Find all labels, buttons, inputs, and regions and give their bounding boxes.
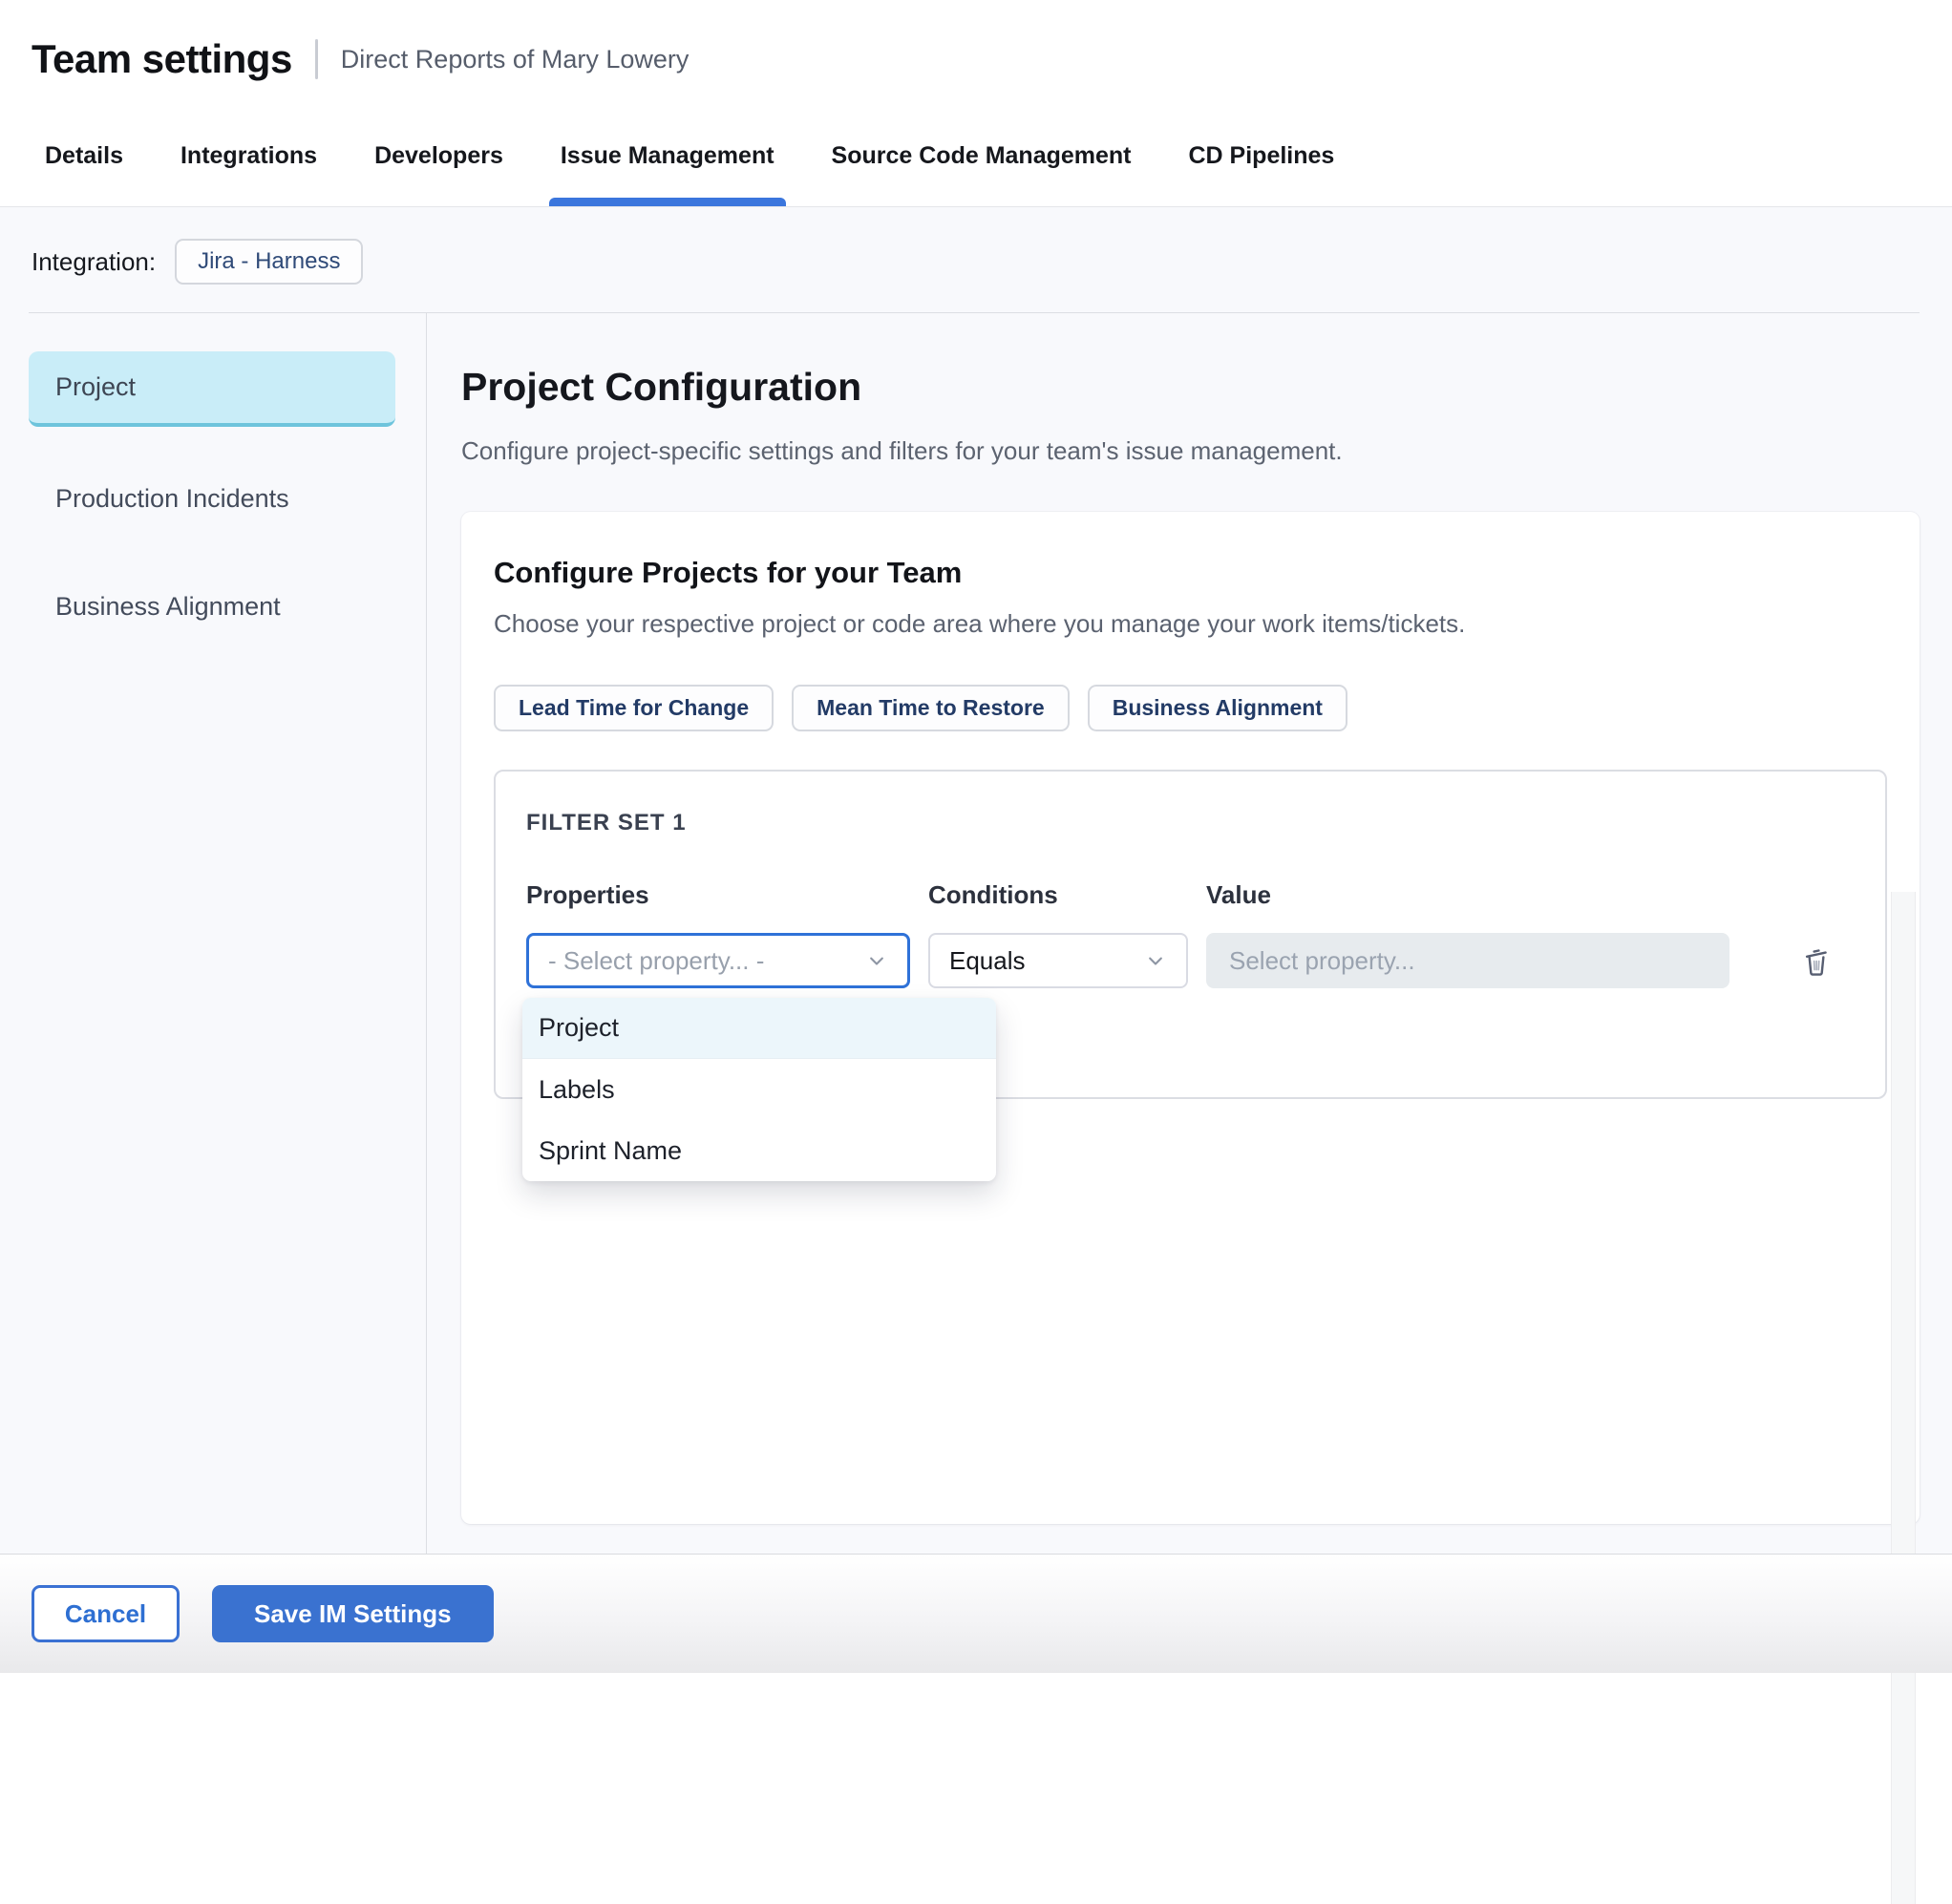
conditions-select-value: Equals [949,946,1026,976]
page-title: Team settings [32,36,292,82]
content-area: Integration: Jira - Harness Project Prod… [0,207,1952,1554]
chip-business-alignment[interactable]: Business Alignment [1088,685,1347,731]
properties-select[interactable]: - Select property... - [526,933,910,988]
conditions-column-label: Conditions [928,880,1188,910]
tab-source-code-management[interactable]: Source Code Management [830,142,1134,206]
properties-column-label: Properties [526,880,910,910]
filter-set-1: FILTER SET 1 Properties Conditions Value… [494,770,1887,1099]
sidebar-item-project[interactable]: Project [29,351,395,427]
conditions-select[interactable]: Equals [928,933,1188,988]
settings-sidebar: Project Production Incidents Business Al… [0,313,427,1555]
value-input[interactable] [1206,933,1729,988]
configure-projects-card: Configure Projects for your Team Choose … [461,512,1920,1524]
page-subtitle: Direct Reports of Mary Lowery [341,45,690,74]
delete-filter-button[interactable] [1793,936,1839,985]
tab-bar: Details Integrations Developers Issue Ma… [0,107,1952,207]
card-scrollbar-track[interactable] [1891,892,1916,1904]
dropdown-option-sprint-name[interactable]: Sprint Name [522,1120,996,1181]
section-title: Project Configuration [461,365,1920,410]
chip-lead-time-for-change[interactable]: Lead Time for Change [494,685,774,731]
tab-integrations[interactable]: Integrations [179,142,319,206]
properties-select-placeholder: - Select property... - [548,946,764,976]
section-subtitle: Configure project-specific settings and … [461,436,1920,466]
dropdown-option-project[interactable]: Project [522,998,996,1059]
active-tab-underline [549,198,786,206]
card-subtitle: Choose your respective project or code a… [494,609,1887,639]
metric-chip-row: Lead Time for Change Mean Time to Restor… [494,685,1887,731]
cancel-button[interactable]: Cancel [32,1585,180,1642]
tab-details[interactable]: Details [43,142,125,206]
integration-label: Integration: [32,247,156,277]
filter-controls-row: - Select property... - Project Labels Sp… [526,933,1855,988]
integration-chip[interactable]: Jira - Harness [175,239,363,285]
tab-cd-pipelines[interactable]: CD Pipelines [1187,142,1337,206]
card-title: Configure Projects for your Team [494,556,1887,590]
page-header: Team settings Direct Reports of Mary Low… [0,0,1952,107]
trash-icon [1799,941,1834,980]
filter-labels-row: Properties Conditions Value [526,880,1855,933]
chevron-down-icon [1142,947,1169,974]
sidebar-item-production-incidents[interactable]: Production Incidents [29,463,395,535]
main-panel: Project Configuration Configure project-… [427,313,1952,1555]
tab-issue-management[interactable]: Issue Management [559,142,776,206]
integration-row: Integration: Jira - Harness [0,207,1952,312]
chevron-down-icon [863,947,890,974]
chip-mean-time-to-restore[interactable]: Mean Time to Restore [792,685,1070,731]
properties-dropdown: Project Labels Sprint Name [522,998,996,1181]
dropdown-option-labels[interactable]: Labels [522,1059,996,1120]
title-separator [315,39,318,79]
value-column-label: Value [1206,880,1729,910]
filter-set-title: FILTER SET 1 [526,810,1855,836]
tab-developers[interactable]: Developers [372,142,505,206]
sidebar-item-business-alignment[interactable]: Business Alignment [29,571,395,643]
save-im-settings-button[interactable]: Save IM Settings [212,1585,494,1642]
tab-issue-management-label: Issue Management [561,142,774,169]
footer-bar: Cancel Save IM Settings [0,1554,1952,1673]
